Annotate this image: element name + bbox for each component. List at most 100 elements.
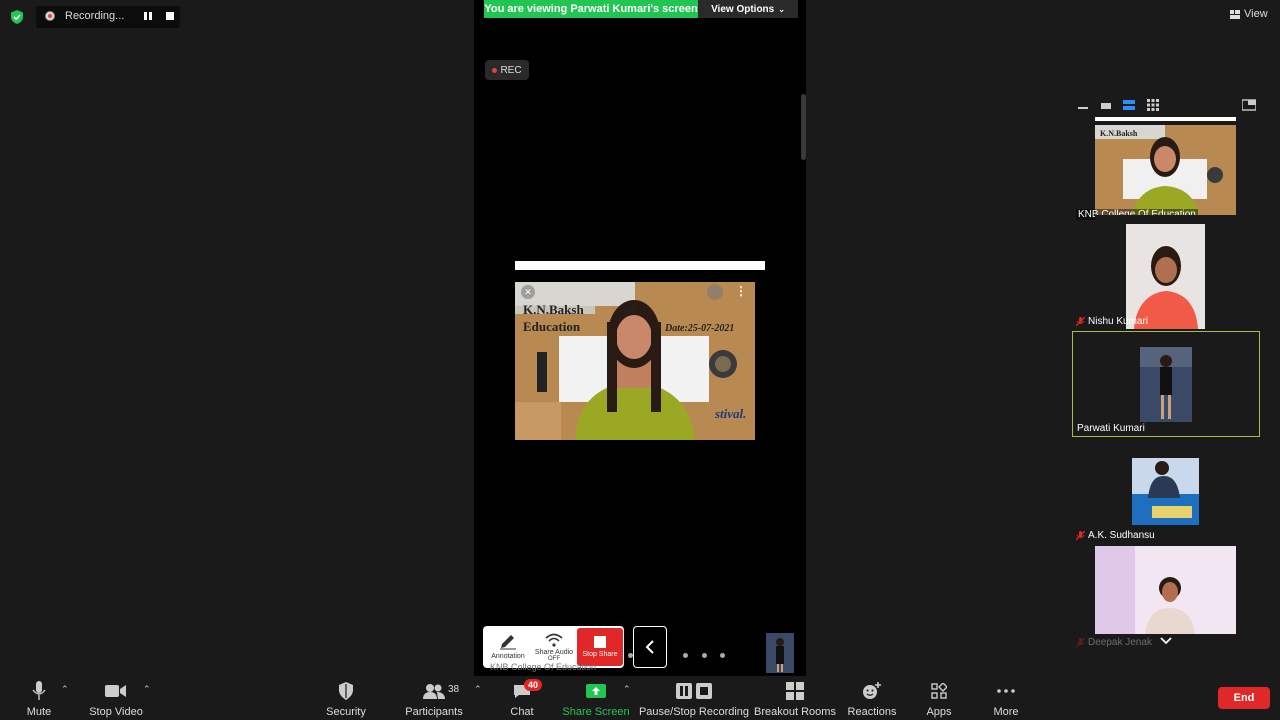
participants-label: Participants bbox=[405, 706, 463, 718]
view-options-label: View Options bbox=[711, 3, 775, 15]
tile-gap bbox=[1095, 215, 1236, 222]
share-audio-label: Share Audio bbox=[534, 648, 574, 656]
participant-video bbox=[1095, 125, 1236, 222]
grid-view-icon[interactable] bbox=[1147, 99, 1159, 111]
mute-label: Mute bbox=[26, 706, 52, 718]
participant-name-tag: A.K. Sudhansu bbox=[1076, 530, 1155, 541]
mini-video-thumbnail[interactable] bbox=[766, 633, 794, 673]
more-dots-icon bbox=[997, 689, 1015, 693]
page-dot bbox=[702, 653, 707, 658]
thumbnail-list-icon[interactable] bbox=[1123, 99, 1135, 111]
breakout-rooms-button[interactable]: Breakout Rooms bbox=[754, 680, 836, 718]
muted-mic-icon bbox=[1076, 316, 1085, 326]
fullscreen-icon[interactable] bbox=[707, 284, 723, 300]
stop-video-button[interactable]: Stop Video bbox=[89, 680, 143, 718]
participant-video bbox=[1126, 224, 1205, 329]
apps-button[interactable]: Apps bbox=[924, 680, 954, 718]
participant-name: Parwati Kumari bbox=[1077, 423, 1145, 434]
security-button[interactable]: Security bbox=[326, 680, 366, 718]
audio-wave-icon bbox=[545, 633, 563, 647]
share-options-caret-icon[interactable]: ⌃ bbox=[623, 684, 631, 695]
page-dot bbox=[683, 653, 688, 658]
participant-name: A.K. Sudhansu bbox=[1088, 530, 1155, 541]
participant-video bbox=[1132, 458, 1199, 525]
stop-recording-button[interactable] bbox=[166, 12, 174, 20]
stop-square-icon bbox=[594, 636, 606, 648]
view-button[interactable]: View bbox=[1230, 8, 1268, 20]
overlay-tail: stival. bbox=[715, 406, 747, 421]
pause-icon bbox=[676, 683, 692, 699]
mute-button[interactable]: Mute bbox=[24, 680, 54, 718]
collapse-toolbar-button[interactable] bbox=[633, 626, 667, 668]
stop-icon bbox=[696, 683, 712, 699]
share-audio-state: OFF bbox=[548, 655, 560, 662]
shared-window-topbar bbox=[515, 261, 765, 270]
participant-name-tag: Parwati Kumari bbox=[1077, 423, 1145, 434]
security-label: Security bbox=[326, 706, 366, 718]
breakout-rooms-label: Breakout Rooms bbox=[754, 706, 836, 718]
video-options-caret-icon[interactable]: ⌃ bbox=[143, 684, 151, 695]
shared-bottom-name: KNB College Of Education bbox=[490, 662, 597, 672]
smiley-plus-icon bbox=[863, 682, 881, 699]
pause-stop-recording-label: Pause/Stop Recording bbox=[638, 706, 750, 718]
mute-options-caret-icon[interactable]: ⌃ bbox=[61, 684, 69, 695]
page-dot bbox=[628, 653, 633, 658]
participant-tile[interactable]: Deepak Jenak bbox=[1072, 545, 1260, 650]
shared-video-frame: K.N.Baksh of Education Date:25-07-2021 s… bbox=[515, 282, 755, 440]
participant-tile[interactable]: A.K. Sudhansu bbox=[1072, 438, 1260, 543]
pause-recording-button[interactable] bbox=[143, 11, 153, 21]
chat-unread-badge: 40 bbox=[524, 679, 543, 691]
stop-share-label: Stop Share bbox=[582, 651, 618, 658]
pause-stop-recording-button[interactable]: Pause/Stop Recording bbox=[638, 680, 750, 718]
more-vertical-icon[interactable]: ⋮ bbox=[735, 284, 747, 298]
view-grid-icon bbox=[1230, 9, 1240, 19]
stop-video-label: Stop Video bbox=[89, 706, 143, 718]
rec-dot-icon bbox=[492, 67, 498, 73]
security-shield-icon bbox=[339, 682, 353, 700]
apps-icon bbox=[931, 683, 947, 699]
overlay-date: Date:25-07-2021 bbox=[665, 323, 735, 334]
microphone-icon bbox=[32, 681, 46, 700]
overlay-title-2: Education bbox=[523, 319, 581, 334]
participants-count: 38 bbox=[448, 684, 460, 695]
shield-check-icon[interactable] bbox=[10, 10, 24, 24]
speaker-strip-icon[interactable] bbox=[1101, 102, 1111, 110]
recording-status: Recording... bbox=[65, 10, 125, 22]
annotation-label: Annotation bbox=[491, 653, 525, 660]
share-screen-label: Share Screen bbox=[562, 706, 630, 718]
apps-label: Apps bbox=[926, 706, 952, 718]
rec-badge: REC bbox=[485, 60, 529, 80]
mini-video-image bbox=[766, 633, 794, 673]
participant-tile[interactable]: Nishu Kumari bbox=[1072, 224, 1260, 329]
reactions-button[interactable]: Reactions bbox=[847, 680, 897, 718]
muted-mic-icon bbox=[1076, 637, 1085, 647]
breakout-rooms-icon bbox=[786, 682, 804, 700]
close-icon[interactable]: ✕ bbox=[521, 285, 535, 299]
scrollbar[interactable] bbox=[801, 94, 806, 160]
participants-icon bbox=[423, 684, 445, 699]
participant-tile[interactable]: K.N.Baksh KNB College Of Education bbox=[1072, 121, 1260, 222]
overlay-title-1: K.N.Baksh bbox=[523, 302, 584, 317]
chevron-down-icon: ⌄ bbox=[778, 4, 785, 14]
muted-mic-icon bbox=[1076, 530, 1085, 540]
stop-share-button[interactable]: Stop Share bbox=[577, 628, 623, 666]
view-options-button[interactable]: View Options ⌄ bbox=[698, 0, 798, 18]
pencil-icon bbox=[500, 635, 516, 650]
video-camera-icon bbox=[105, 685, 126, 697]
participant-video bbox=[1140, 347, 1192, 422]
reactions-label: Reactions bbox=[847, 706, 897, 718]
chat-label: Chat bbox=[510, 706, 534, 718]
participant-name-tag: Deepak Jenak bbox=[1076, 637, 1152, 648]
rec-label: REC bbox=[500, 64, 522, 76]
participant-tile-active[interactable]: Parwati Kumari bbox=[1072, 331, 1260, 437]
pop-out-icon[interactable] bbox=[1242, 99, 1256, 111]
minimize-icon[interactable] bbox=[1078, 102, 1088, 110]
end-meeting-button[interactable]: End bbox=[1218, 687, 1270, 709]
share-screen-button[interactable]: Share Screen bbox=[562, 680, 630, 718]
scroll-down-chevron-icon[interactable] bbox=[1160, 637, 1172, 645]
participants-options-caret-icon[interactable]: ⌃ bbox=[474, 684, 482, 695]
tile-overlay-title: K.N.Baksh bbox=[1100, 129, 1138, 138]
participant-name-tag: Nishu Kumari bbox=[1076, 316, 1148, 327]
page-dot bbox=[720, 653, 725, 658]
more-button[interactable]: More bbox=[990, 680, 1022, 718]
